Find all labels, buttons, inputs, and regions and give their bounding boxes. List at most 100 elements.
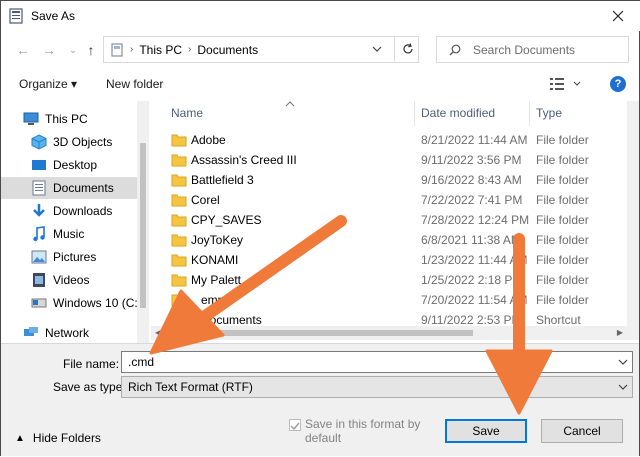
shortcut-icon <box>171 313 185 326</box>
column-divider[interactable] <box>529 101 530 126</box>
view-options-icon[interactable] <box>550 77 582 91</box>
file-row[interactable]: JoyToKey 6/8/2021 11:38 AM File folder <box>151 230 627 250</box>
nav-item-pictures[interactable]: Pictures <box>31 246 149 268</box>
file-row[interactable]: Adobe 8/21/2022 11:44 AM File folder <box>151 130 627 150</box>
column-header-name[interactable]: Name <box>171 106 203 120</box>
file-row[interactable]: CPY_SAVES 7/28/2022 12:24 PM File folder <box>151 210 627 230</box>
file-type: File folder <box>536 273 589 287</box>
close-icon <box>612 10 624 22</box>
breadcrumb-documents[interactable]: Documents <box>197 43 258 57</box>
column-header-date[interactable]: Date modified <box>421 106 495 120</box>
cancel-button[interactable]: Cancel <box>541 419 623 443</box>
nav-item-3d-objects[interactable]: 3D Objects <box>31 131 149 153</box>
column-divider[interactable] <box>414 101 415 126</box>
chevron-down-icon: ⌄ <box>69 44 77 55</box>
default-format-checkbox[interactable] <box>289 419 301 431</box>
file-list-horizontal-scrollbar[interactable]: ◀ ▶ <box>151 326 627 340</box>
scrollbar-thumb[interactable] <box>140 143 146 308</box>
file-row[interactable]: Assassin's Creed III 9/11/2022 3:56 PM F… <box>151 150 627 170</box>
nav-item-downloads[interactable]: Downloads <box>31 200 149 222</box>
nav-item-network[interactable]: Network <box>23 322 149 343</box>
nav-label: Pictures <box>53 250 97 264</box>
nav-label: Network <box>45 326 90 340</box>
navigation-pane-scrollbar[interactable] <box>137 101 149 343</box>
folder-icon <box>171 134 187 147</box>
scroll-right-icon[interactable]: ▶ <box>617 328 623 337</box>
organize-menu-button[interactable]: Organize ▾ <box>19 77 77 91</box>
save-as-type-select[interactable]: Rich Text Format (RTF) <box>121 376 633 398</box>
refresh-button[interactable] <box>394 36 421 61</box>
save-as-type-value: Rich Text Format (RTF) <box>128 380 253 394</box>
close-button[interactable] <box>595 1 640 31</box>
nav-item-windows-drive[interactable]: Windows 10 (C:) <box>31 292 149 314</box>
file-list-vertical-scrollbar[interactable] <box>627 101 639 326</box>
file-row[interactable]: Documents 9/11/2022 2:53 PM Shortcut <box>151 310 627 326</box>
window-title: Save As <box>31 9 76 23</box>
file-date: 9/16/2022 8:43 AM <box>421 173 522 187</box>
file-name: Assassin's Creed III <box>191 153 297 167</box>
address-bar[interactable]: › This PC › Documents <box>103 36 419 63</box>
back-button[interactable]: ← <box>13 40 33 60</box>
help-icon[interactable]: ? <box>610 76 626 92</box>
file-type: File folder <box>536 193 589 207</box>
file-type: File folder <box>536 253 589 267</box>
search-box[interactable]: Search Documents <box>436 36 629 63</box>
chevron-down-icon[interactable] <box>618 381 628 393</box>
new-folder-button[interactable]: New folder <box>106 77 163 91</box>
file-row[interactable]: Corel 7/22/2022 7:41 PM File folder <box>151 190 627 210</box>
file-row[interactable]: Battlefield 3 9/16/2022 8:43 AM File fol… <box>151 170 627 190</box>
nav-label: 3D Objects <box>53 135 113 149</box>
scrollbar-thumb[interactable] <box>173 330 473 336</box>
file-row[interactable]: My Palett 1/25/2022 2:18 PM File folder <box>151 270 627 290</box>
forward-arrow-icon: → <box>42 42 56 58</box>
nav-item-this-pc[interactable]: This PC <box>23 108 149 130</box>
file-type: File folder <box>536 213 589 227</box>
scroll-left-icon[interactable]: ◀ <box>155 328 161 337</box>
chevron-down-icon[interactable] <box>372 42 382 56</box>
nav-label: Downloads <box>53 204 113 218</box>
nav-item-desktop[interactable]: Desktop <box>31 154 149 176</box>
file-name: CPY_SAVES <box>191 213 262 227</box>
chevron-down-icon[interactable] <box>618 356 628 368</box>
breadcrumb-this-pc[interactable]: This PC <box>139 43 182 57</box>
column-header-type[interactable]: Type <box>536 106 562 120</box>
search-icon <box>449 44 461 55</box>
file-name: Adobe <box>191 133 226 147</box>
drive-icon <box>31 295 47 311</box>
file-type: File folder <box>536 153 589 167</box>
up-button[interactable]: ↑ <box>81 40 101 60</box>
title-bar[interactable]: Save As <box>1 1 640 31</box>
file-name: KONAMI <box>191 253 239 267</box>
command-toolbar: Organize ▾ New folder ? <box>1 71 640 99</box>
picture-icon <box>31 249 47 265</box>
navigation-pane: This PC 3D Objects Desktop Documents Dow… <box>1 101 149 343</box>
forward-button[interactable]: → <box>39 40 59 60</box>
refresh-icon <box>403 42 413 53</box>
save-button[interactable]: Save <box>445 419 527 443</box>
scrollbar-corner <box>627 326 639 340</box>
file-row[interactable]: KONAMI 1/23/2022 11:44 AM File folder <box>151 250 627 270</box>
hide-folders-toggle[interactable]: ▲ Hide Folders <box>15 431 101 445</box>
save-as-dialog: Save As ← → ⌄ ↑ › This PC › Documents Se… <box>0 0 640 456</box>
pc-small-icon <box>111 43 123 56</box>
file-date: 7/28/2022 12:24 PM <box>421 213 530 227</box>
file-type: File folder <box>536 233 589 247</box>
nav-item-videos[interactable]: Videos <box>31 269 149 291</box>
file-name: JoyToKey <box>191 233 244 247</box>
nav-label: Desktop <box>53 158 98 172</box>
recent-locations-button[interactable]: ⌄ <box>63 40 83 60</box>
folder-icon <box>171 214 187 227</box>
file-name-input[interactable]: .cmd <box>121 351 633 373</box>
app-icon <box>9 8 23 24</box>
nav-item-documents[interactable]: Documents <box>1 177 137 199</box>
file-row[interactable]: emp 7/20/2022 11:54 AM File folder <box>151 290 627 310</box>
file-name: Corel <box>191 193 220 207</box>
nav-label: Videos <box>53 273 90 287</box>
file-date: 9/11/2022 2:53 PM <box>421 313 522 326</box>
document-icon <box>31 180 47 196</box>
file-type: File folder <box>536 133 589 147</box>
file-date: 8/21/2022 11:44 AM <box>421 133 528 147</box>
search-placeholder: Search Documents <box>473 42 576 57</box>
file-date: 9/11/2022 3:56 PM <box>421 153 522 167</box>
nav-item-music[interactable]: Music <box>31 223 149 245</box>
